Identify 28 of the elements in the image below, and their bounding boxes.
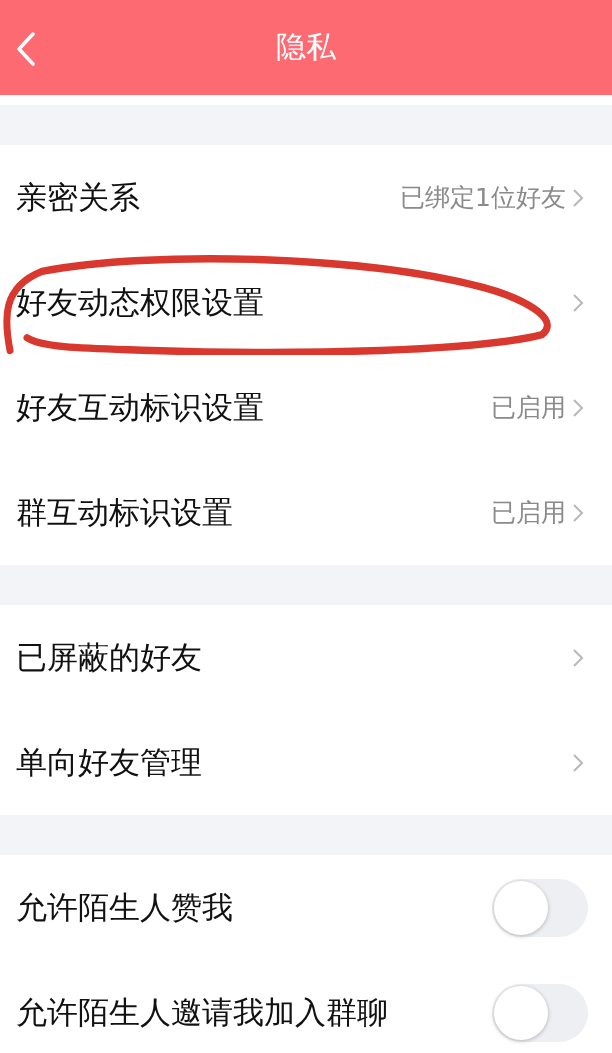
row-label: 允许陌生人邀请我加入群聊 [16,992,388,1032]
settings-row[interactable]: 允许陌生人邀请我加入群聊 [0,960,612,1053]
row-label: 亲密关系 [16,177,140,217]
settings-row[interactable]: 群互动标识设置 已启用 [0,460,612,565]
row-value: 已启用 [491,392,566,424]
row-value: 已绑定1位好友 [400,182,566,214]
row-label: 群互动标识设置 [16,492,233,532]
chevron-icon [572,502,584,523]
row-label: 已屏蔽的好友 [16,637,202,677]
row-label: 好友互动标识设置 [16,387,264,427]
chevron-icon [572,187,584,208]
chevron-icon [572,397,584,418]
row-label: 允许陌生人赞我 [16,887,233,927]
settings-row[interactable]: 好友互动标识设置 已启用 [0,355,612,460]
chevron-icon [572,292,584,313]
settings-row[interactable]: 已屏蔽的好友 [0,605,612,710]
settings-row[interactable]: 亲密关系 已绑定1位好友 [0,145,612,250]
row-label: 好友动态权限设置 [16,282,264,322]
settings-row[interactable]: 好友动态权限设置 [0,250,612,355]
row-value: 已启用 [491,497,566,529]
settings-row[interactable]: 允许陌生人赞我 [0,855,612,960]
toggle-switch[interactable] [492,878,588,937]
page-title: 隐私 [276,28,336,66]
settings-row[interactable]: 单向好友管理 [0,710,612,815]
toggle-switch[interactable] [492,983,588,1042]
row-label: 单向好友管理 [16,742,202,782]
chevron-icon [572,647,584,668]
chevron-icon [572,752,584,773]
